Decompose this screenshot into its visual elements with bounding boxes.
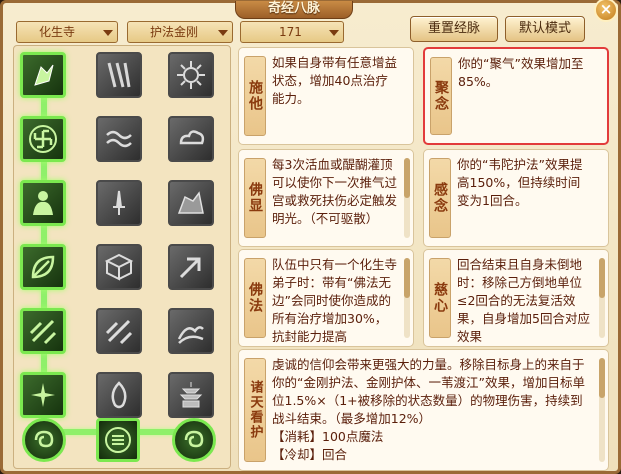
skill-icon-18[interactable] bbox=[168, 372, 214, 418]
wave-icon bbox=[106, 130, 132, 148]
book-icon bbox=[104, 253, 134, 281]
card-label: 施他 bbox=[244, 56, 266, 136]
card-text: 虔诚的信仰会带来更强大的力量。移除目标身上的来自于你的“金刚护法、金刚护体、一苇… bbox=[272, 356, 592, 464]
card-scrollbar[interactable] bbox=[404, 158, 410, 238]
card-label: 聚念 bbox=[430, 57, 452, 135]
skill-icon-14[interactable] bbox=[96, 308, 142, 354]
card-label: 感念 bbox=[429, 158, 451, 238]
flame-icon bbox=[111, 381, 127, 409]
skill-icon-11[interactable] bbox=[96, 244, 142, 290]
skill-icon-8[interactable] bbox=[96, 180, 142, 226]
talent-card-foxian[interactable]: 佛显 每3次活血或醍醐灌顶可以使你下一次推气过宫或救死扶伤必定触发明光。（不可驱… bbox=[238, 149, 414, 247]
talent-card-gannian[interactable]: 感念 你的“韦陀护法”效果提高150%，但持续时间变为1回合。 bbox=[423, 149, 609, 247]
bamboo-icon bbox=[29, 319, 57, 345]
swirl-icon bbox=[184, 430, 204, 448]
skill-grid bbox=[13, 45, 231, 469]
skill-icon-19[interactable] bbox=[22, 418, 66, 462]
card-text: 队伍中只有一个化生寺弟子时：带有“佛法无边”会同时使你造成的所有治疗增加30%，… bbox=[272, 257, 398, 344]
skill-icon-21[interactable] bbox=[172, 418, 216, 462]
skill-icon-12[interactable] bbox=[168, 244, 214, 290]
skill-icon-20[interactable] bbox=[96, 418, 140, 462]
mountain-icon bbox=[177, 326, 204, 344]
talent-card-junian[interactable]: 聚念 你的“聚气”效果增加至85%。 bbox=[423, 47, 609, 145]
card-cooldown: 【冷却】回合 bbox=[272, 447, 348, 462]
card-label: 佛法 bbox=[244, 258, 266, 338]
dagger-icon bbox=[113, 190, 125, 215]
blade-icon bbox=[107, 62, 131, 88]
scrollbar-thumb[interactable] bbox=[599, 258, 605, 298]
warrior-icon bbox=[34, 64, 54, 86]
skill-icon-2[interactable] bbox=[96, 52, 142, 98]
scrollbar-thumb[interactable] bbox=[404, 258, 410, 298]
default-mode-button[interactable]: 默认模式 bbox=[505, 16, 585, 42]
window-title: 奇经八脉 bbox=[235, 1, 353, 19]
skill-icon-16[interactable] bbox=[20, 372, 66, 418]
skill-icon-1[interactable] bbox=[20, 52, 66, 98]
scrollbar-thumb[interactable] bbox=[404, 158, 410, 198]
skill-icon-9[interactable] bbox=[168, 180, 214, 226]
chevron-down-icon bbox=[218, 30, 228, 36]
skill-icon-5[interactable] bbox=[96, 116, 142, 162]
card-text: 每3次活血或醍醐灌顶可以使你下一次推气过宫或救死扶伤必定触发明光。（不可驱散） bbox=[272, 157, 398, 226]
scrollbar-thumb[interactable] bbox=[599, 358, 605, 398]
card-description: 虔诚的信仰会带来更强大的力量。移除目标身上的来自于你的“金刚护法、金刚护体、一苇… bbox=[272, 357, 585, 426]
talent-card-zhutiankanhu[interactable]: 诸天看护 虔诚的信仰会带来更强大的力量。移除目标身上的来自于你的“金刚护法、金刚… bbox=[238, 349, 609, 471]
skill-icon-3[interactable] bbox=[168, 52, 214, 98]
sparkle-icon bbox=[31, 383, 55, 407]
chevron-down-icon bbox=[329, 30, 339, 36]
reset-meridian-button[interactable]: 重置经脉 bbox=[410, 16, 498, 42]
arrow-icon bbox=[179, 257, 201, 279]
card-label: 诸天看护 bbox=[244, 358, 266, 462]
points-dropdown[interactable]: 171 bbox=[240, 21, 344, 43]
trigram-icon bbox=[105, 427, 131, 453]
skill-icon-7[interactable] bbox=[20, 180, 66, 226]
talent-card-shita[interactable]: 施他 如果自身带有任意增益状态，增加40点治疗能力。 bbox=[238, 47, 414, 145]
rock-icon bbox=[177, 191, 204, 214]
card-scrollbar[interactable] bbox=[599, 358, 605, 462]
card-scrollbar[interactable] bbox=[404, 258, 410, 338]
chevron-down-icon bbox=[103, 30, 113, 36]
buddha-icon bbox=[33, 191, 53, 215]
cloud-icon bbox=[179, 130, 205, 145]
talent-dropdown[interactable]: 护法金刚 bbox=[127, 21, 233, 43]
talent-value: 护法金刚 bbox=[150, 25, 199, 39]
card-cost: 【消耗】100点魔法 bbox=[272, 429, 384, 444]
skill-icon-15[interactable] bbox=[168, 308, 214, 354]
skill-icon-4[interactable] bbox=[20, 116, 66, 162]
skill-icon-10[interactable] bbox=[20, 244, 66, 290]
skill-icon-6[interactable] bbox=[168, 116, 214, 162]
bamboo-icon bbox=[105, 319, 133, 345]
skill-icon-13[interactable] bbox=[20, 308, 66, 354]
talent-card-fofa[interactable]: 佛法 队伍中只有一个化生寺弟子时：带有“佛法无边”会同时使你造成的所有治疗增加3… bbox=[238, 249, 414, 347]
school-value: 化生寺 bbox=[39, 25, 76, 39]
card-text: 如果自身带有任意增益状态，增加40点治疗能力。 bbox=[272, 55, 398, 106]
swastika-icon bbox=[29, 125, 57, 153]
skill-icon-17[interactable] bbox=[96, 372, 142, 418]
sun-icon bbox=[177, 61, 205, 89]
card-scrollbar[interactable] bbox=[599, 258, 605, 338]
leaf-icon bbox=[31, 255, 55, 279]
school-dropdown[interactable]: 化生寺 bbox=[16, 21, 118, 43]
points-value: 171 bbox=[279, 25, 302, 39]
card-label: 慈心 bbox=[429, 258, 451, 338]
swirl-icon bbox=[34, 430, 54, 448]
pagoda-icon bbox=[179, 382, 203, 408]
card-label: 佛显 bbox=[244, 158, 266, 238]
meridian-window: 奇经八脉 化生寺 护法金刚 171 重置经脉 默认模式 施他 如果自身带有任意增… bbox=[0, 0, 621, 474]
card-text: 你的“韦陀护法”效果提高150%，但持续时间变为1回合。 bbox=[457, 157, 583, 208]
talent-card-cixin[interactable]: 慈心 回合结束且自身未倒地时：移除己方倒地单位≤2回合的无法复活效果，自身增加5… bbox=[423, 249, 609, 347]
card-text: 回合结束且自身未倒地时：移除己方倒地单位≤2回合的无法复活效果，自身增加5回合对… bbox=[457, 257, 590, 344]
card-text: 你的“聚气”效果增加至85%。 bbox=[458, 56, 584, 89]
